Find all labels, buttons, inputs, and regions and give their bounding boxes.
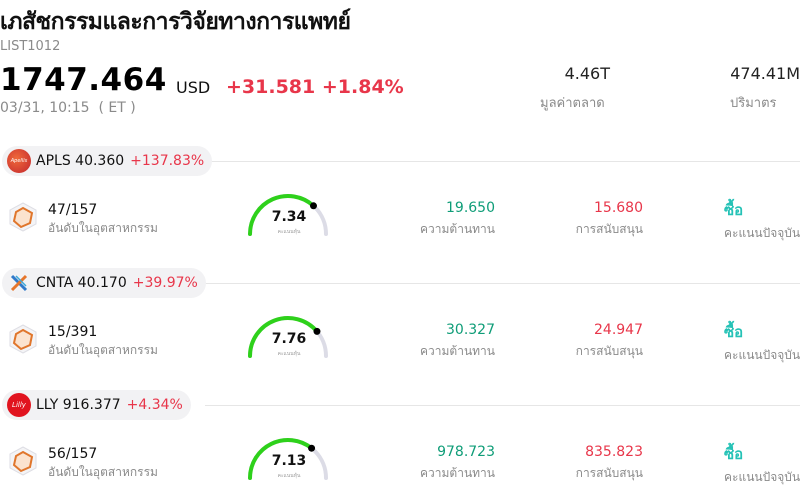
support-label: การสนับสนุน xyxy=(575,344,643,358)
support-value: 15.680 xyxy=(594,200,643,216)
rating-label: คะแนนปัจจุบัน xyxy=(724,348,800,362)
industry-rank-label: อันดับในอุตสาหกรรม xyxy=(48,221,158,235)
centessa-logo-icon xyxy=(7,271,31,295)
industry-rank-value: 56/157 xyxy=(48,446,98,462)
lilly-logo-icon: Lilly xyxy=(7,393,31,417)
resistance-label: ความต้านทาน xyxy=(420,466,495,480)
volume-value: 474.41M xyxy=(730,64,800,83)
stock-change-percent: +39.97% xyxy=(132,275,198,291)
rating-value: ซื้อ xyxy=(724,445,744,463)
price-change-value: +31.581 xyxy=(226,76,316,98)
stock-score-value: 7.76 xyxy=(271,331,307,347)
resistance-value: 30.327 xyxy=(446,322,495,338)
support-value: 835.823 xyxy=(585,444,643,460)
market-cap-label: มูลค่าตลาด xyxy=(540,96,605,111)
index-price: 1747.464 xyxy=(0,62,167,98)
market-cap-value: 4.46T xyxy=(564,64,610,83)
stock-ticker-price: CNTA 40.170 xyxy=(36,275,127,291)
industry-rank-label: อันดับในอุตสาหกรรม xyxy=(48,343,158,357)
resistance-label: ความต้านทาน xyxy=(420,222,495,236)
rating-label: คะแนนปัจจุบัน xyxy=(724,226,800,240)
gauge-marker xyxy=(308,444,316,452)
volume-label: ปริมาตร xyxy=(730,96,777,111)
timestamp: 03/31, 10:15 ( ET ) xyxy=(0,100,136,116)
stock-ticker-pill[interactable]: CNTA 40.170 +39.97% xyxy=(2,268,206,298)
industry-rank-value: 15/391 xyxy=(48,324,98,340)
radar-icon xyxy=(9,202,37,232)
apellis-logo-icon: Apellis xyxy=(7,149,31,173)
stock-score-label: คะแนนหุ้น xyxy=(277,473,301,479)
currency-label: USD xyxy=(176,78,211,97)
stock-score-value: 7.34 xyxy=(271,209,307,225)
industry-rank-value: 47/157 xyxy=(48,202,98,218)
support-value: 24.947 xyxy=(594,322,643,338)
stock-change-percent: +4.34% xyxy=(126,397,183,413)
rating-value: ซื้อ xyxy=(724,201,744,219)
rating-value: ซื้อ xyxy=(724,323,744,341)
stock-ticker-price: LLY 916.377 xyxy=(36,397,121,413)
industry-rank-label: อันดับในอุตสาหกรรม xyxy=(48,465,158,479)
radar-icon xyxy=(9,324,37,354)
row-divider xyxy=(205,161,800,162)
stock-change-percent: +137.83% xyxy=(130,153,205,169)
stock-score-label: คะแนนหุ้น xyxy=(277,229,301,235)
price-change: +31.581 +1.84% xyxy=(226,76,404,98)
resistance-label: ความต้านทาน xyxy=(420,344,495,358)
resistance-value: 978.723 xyxy=(437,444,495,460)
stock-ticker-pill[interactable]: Apellis APLS 40.360 +137.83% xyxy=(2,146,213,176)
stock-ticker-pill[interactable]: Lilly LLY 916.377 +4.34% xyxy=(2,390,191,420)
support-label: การสนับสนุน xyxy=(575,222,643,236)
support-label: การสนับสนุน xyxy=(575,466,643,480)
stock-ticker-price: APLS 40.360 xyxy=(36,153,125,169)
page-title: เภสัชกรรมและการวิจัยทางการแพทย์ xyxy=(0,9,351,35)
row-divider xyxy=(205,283,800,284)
list-code: LIST1012 xyxy=(0,39,61,54)
rating-label: คะแนนปัจจุบัน xyxy=(724,470,800,484)
row-divider xyxy=(205,405,800,406)
stock-score-value: 7.13 xyxy=(271,453,307,469)
radar-icon xyxy=(9,446,37,476)
stock-score-label: คะแนนหุ้น xyxy=(277,351,301,357)
price-change-percent: +1.84% xyxy=(321,76,404,98)
resistance-value: 19.650 xyxy=(446,200,495,216)
